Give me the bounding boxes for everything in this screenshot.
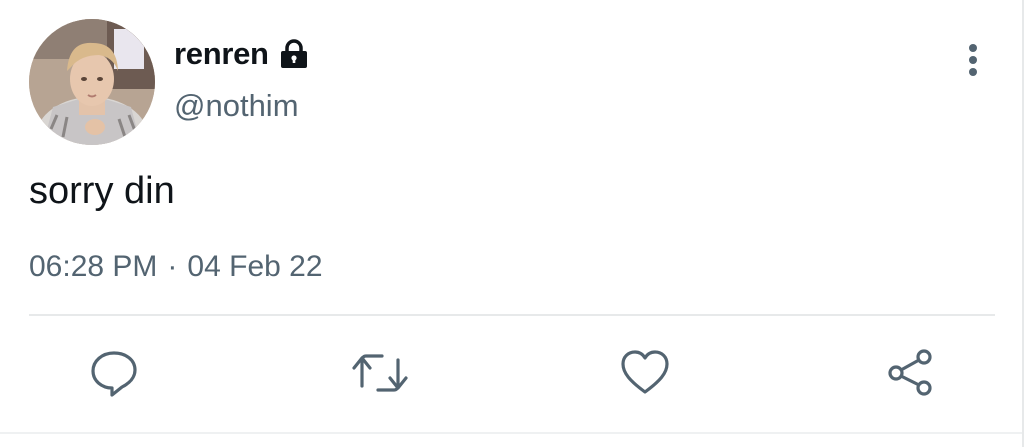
more-vertical-icon[interactable] xyxy=(958,42,988,80)
user-handle[interactable]: @nothim xyxy=(174,88,299,124)
meta-separator: · xyxy=(167,250,178,283)
tweet-text: sorry din xyxy=(29,170,175,212)
avatar[interactable] xyxy=(29,19,155,145)
name-row: renren xyxy=(174,34,311,74)
tweet-timestamp[interactable]: 06:28 PM · 04 Feb 22 xyxy=(29,250,323,284)
tweet-time: 06:28 PM xyxy=(29,250,158,283)
retweet-button[interactable] xyxy=(352,348,408,398)
tweet-card: renren @nothim sorry din 06:28 PM · 04 F… xyxy=(0,0,1024,447)
tweet-date: 04 Feb 22 xyxy=(187,250,323,283)
like-button[interactable] xyxy=(620,348,670,398)
bottom-border xyxy=(0,432,1024,434)
lock-icon xyxy=(277,37,311,71)
share-icon xyxy=(886,348,936,398)
reply-icon xyxy=(89,348,139,398)
retweet-icon xyxy=(352,348,408,398)
share-button[interactable] xyxy=(886,348,936,398)
heart-icon xyxy=(620,348,670,398)
reply-button[interactable] xyxy=(89,348,139,398)
display-name[interactable]: renren xyxy=(174,36,269,72)
divider xyxy=(29,314,995,316)
